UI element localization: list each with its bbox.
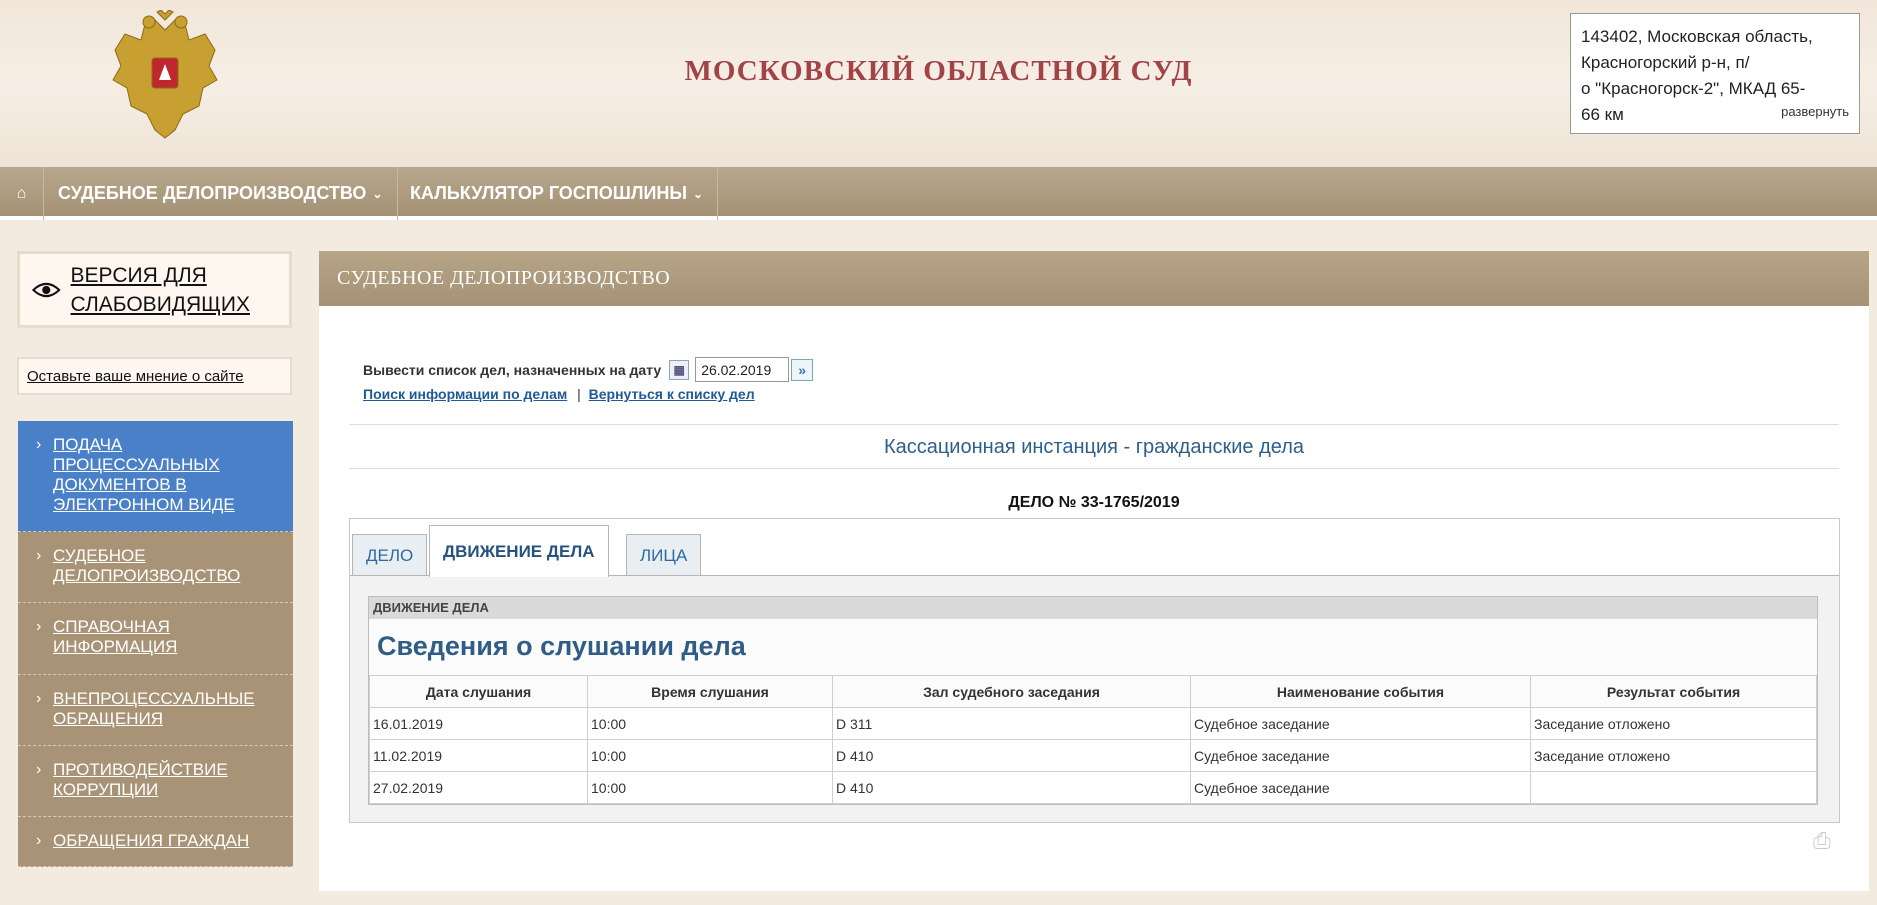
instance-title: Кассационная инстанция - гражданские дел… bbox=[883, 436, 1305, 458]
tab-case-movement[interactable]: ДВИЖЕНИЕ ДЕЛА bbox=[429, 525, 609, 577]
movement-box: ДВИЖЕНИЕ ДЕЛА Сведения о слушании дела Д… bbox=[368, 596, 1818, 805]
tab-label: ДЕЛО bbox=[366, 545, 414, 565]
feedback-link[interactable]: Оставьте ваше мнение о сайте bbox=[27, 368, 244, 385]
sidebar-item-label: ОБРАЩЕНИЯ ГРАЖДАН bbox=[53, 831, 250, 850]
sidebar-item-label: СПРАВОЧНАЯ ИНФОРМАЦИЯ bbox=[53, 617, 178, 656]
address-expand-link[interactable]: развернуть bbox=[1781, 99, 1849, 125]
column-header: Зал судебного заседания bbox=[832, 675, 1191, 708]
tab-label: ДВИЖЕНИЕ ДЕЛА bbox=[443, 541, 595, 561]
cell-room: D 410 bbox=[832, 771, 1191, 804]
low-vision-version-button[interactable]: ВЕРСИЯ ДЛЯ СЛАБОВИДЯЩИХ bbox=[17, 251, 292, 328]
cell-event: Судебное заседание bbox=[1190, 707, 1531, 740]
cell-result: Заседание отложено bbox=[1530, 739, 1817, 772]
printer-icon[interactable]: ⎙ bbox=[1813, 828, 1831, 854]
sidebar-item-citizen-appeals[interactable]: › ОБРАЩЕНИЯ ГРАЖДАН bbox=[18, 817, 293, 867]
movement-label: ДВИЖЕНИЕ ДЕЛА bbox=[369, 597, 1817, 619]
column-header: Время слушания bbox=[587, 675, 833, 708]
table-row: 16.01.2019 10:00 D 311 Судебное заседани… bbox=[369, 707, 1817, 740]
chevron-right-icon: › bbox=[36, 761, 42, 778]
links-row: Поиск информации по делам | Вернуться к … bbox=[363, 386, 755, 402]
page-header: МОСКОВСКИЙ ОБЛАСТНОЙ СУД 143402, Московс… bbox=[0, 0, 1877, 167]
address-box: 143402, Московская область, Красногорски… bbox=[1570, 13, 1860, 134]
cell-time: 10:00 bbox=[587, 739, 833, 772]
feedback-link-box[interactable]: Оставьте ваше мнение о сайте bbox=[17, 357, 292, 395]
nav-item-label: СУДЕБНОЕ ДЕЛОПРОИЗВОДСТВО bbox=[58, 183, 367, 203]
case-search-link[interactable]: Поиск информации по делам bbox=[363, 386, 567, 402]
chevron-right-icon: › bbox=[36, 690, 42, 707]
cell-date: 16.01.2019 bbox=[369, 707, 588, 740]
sidebar-item-label: СУДЕБНОЕ ДЕЛОПРОИЗВОДСТВО bbox=[53, 546, 241, 585]
nav-item-court-proceedings[interactable]: СУДЕБНОЕ ДЕЛОПРОИЗВОДСТВО ⌄ bbox=[44, 167, 398, 220]
main-nav: ⌂ СУДЕБНОЕ ДЕЛОПРОИЗВОДСТВО ⌄ КАЛЬКУЛЯТО… bbox=[0, 167, 1877, 220]
home-icon[interactable]: ⌂ bbox=[0, 167, 44, 220]
table-row: 11.02.2019 10:00 D 410 Судебное заседани… bbox=[369, 739, 1817, 772]
hearing-info-title: Сведения о слушании дела bbox=[377, 631, 746, 661]
calendar-icon[interactable]: ▦ bbox=[669, 359, 690, 380]
chevron-right-icon: › bbox=[36, 547, 42, 564]
cell-date: 27.02.2019 bbox=[369, 771, 588, 804]
go-arrow-button[interactable]: » bbox=[791, 358, 814, 381]
sidebar-item-e-filing[interactable]: › ПОДАЧА ПРОЦЕССУАЛЬНЫХ ДОКУМЕНТОВ В ЭЛЕ… bbox=[18, 421, 293, 532]
tab-label: ЛИЦА bbox=[640, 545, 688, 565]
cell-time: 10:00 bbox=[587, 771, 833, 804]
table-row: 27.02.2019 10:00 D 410 Судебное заседани… bbox=[369, 771, 1817, 804]
cell-room: D 410 bbox=[832, 739, 1191, 772]
chevron-right-icon: › bbox=[36, 436, 42, 453]
sidebar-item-anti-corruption[interactable]: › ПРОТИВОДЕЙСТВИЕ КОРРУПЦИИ bbox=[18, 746, 293, 817]
divider bbox=[349, 424, 1839, 425]
table-header-row: Дата слушания Время слушания Зал судебно… bbox=[369, 675, 1817, 708]
column-header: Дата слушания bbox=[369, 675, 588, 708]
date-input[interactable] bbox=[695, 357, 790, 382]
cell-room: D 311 bbox=[832, 707, 1191, 740]
sidebar-menu: › ПОДАЧА ПРОЦЕССУАЛЬНЫХ ДОКУМЕНТОВ В ЭЛЕ… bbox=[18, 421, 293, 867]
chevron-down-icon: ⌄ bbox=[372, 186, 383, 201]
eye-icon bbox=[32, 282, 61, 297]
case-number: ДЕЛО № 33-1765/2019 bbox=[1008, 494, 1180, 511]
column-header: Результат события bbox=[1530, 675, 1817, 708]
tab-panel: ДВИЖЕНИЕ ДЕЛА Сведения о слушании дела Д… bbox=[350, 575, 1839, 822]
link-separator: | bbox=[577, 386, 581, 402]
nav-item-label: КАЛЬКУЛЯТОР ГОСПОШЛИНЫ bbox=[410, 183, 688, 203]
cell-date: 11.02.2019 bbox=[369, 739, 588, 772]
address-line: 143402, Московская область, bbox=[1581, 27, 1813, 46]
date-filter-row: Вывести список дел, назначенных на дату … bbox=[363, 357, 814, 382]
nav-item-fee-calculator[interactable]: КАЛЬКУЛЯТОР ГОСПОШЛИНЫ ⌄ bbox=[396, 167, 719, 220]
cell-result: Заседание отложено bbox=[1530, 707, 1817, 740]
tab-case[interactable]: ДЕЛО bbox=[352, 534, 428, 576]
chevron-down-icon: ⌄ bbox=[693, 186, 704, 201]
chevron-right-icon: › bbox=[36, 832, 42, 849]
sidebar-item-court-proceedings[interactable]: › СУДЕБНОЕ ДЕЛОПРОИЗВОДСТВО bbox=[18, 532, 293, 603]
sidebar-item-label: ПОДАЧА ПРОЦЕССУАЛЬНЫХ ДОКУМЕНТОВ В ЭЛЕКТ… bbox=[53, 435, 235, 514]
hearings-table: Дата слушания Время слушания Зал судебно… bbox=[369, 675, 1817, 804]
sidebar-item-extra-procedural[interactable]: › ВНЕПРОЦЕССУАЛЬНЫЕ ОБРАЩЕНИЯ bbox=[18, 675, 293, 746]
back-to-list-link[interactable]: Вернуться к списку дел bbox=[589, 386, 755, 402]
cell-event: Судебное заседание bbox=[1190, 739, 1531, 772]
cell-result bbox=[1530, 771, 1817, 804]
date-prompt: Вывести список дел, назначенных на дату bbox=[363, 361, 662, 378]
divider bbox=[349, 468, 1839, 469]
address-line: Красногорский р-н, п/ bbox=[1581, 53, 1750, 72]
sidebar-item-reference-info[interactable]: › СПРАВОЧНАЯ ИНФОРМАЦИЯ bbox=[18, 603, 293, 675]
tab-persons[interactable]: ЛИЦА bbox=[626, 534, 702, 576]
main-content: СУДЕБНОЕ ДЕЛОПРОИЗВОДСТВО Вывести список… bbox=[319, 251, 1869, 891]
sidebar-item-label: ПРОТИВОДЕЙСТВИЕ КОРРУПЦИИ bbox=[53, 760, 228, 799]
chevron-right-icon: › bbox=[36, 618, 42, 635]
cell-time: 10:00 bbox=[587, 707, 833, 740]
case-tabs: ДЕЛО ДВИЖЕНИЕ ДЕЛА ЛИЦА ДВИЖЕНИЕ ДЕЛА Св… bbox=[349, 518, 1840, 823]
low-vision-label: ВЕРСИЯ ДЛЯ СЛАБОВИДЯЩИХ bbox=[70, 263, 250, 316]
cell-event: Судебное заседание bbox=[1190, 771, 1531, 804]
column-header: Наименование события bbox=[1190, 675, 1531, 708]
sidebar-item-label: ВНЕПРОЦЕССУАЛЬНЫЕ ОБРАЩЕНИЯ bbox=[53, 689, 255, 728]
section-title: СУДЕБНОЕ ДЕЛОПРОИЗВОДСТВО bbox=[319, 251, 1869, 306]
